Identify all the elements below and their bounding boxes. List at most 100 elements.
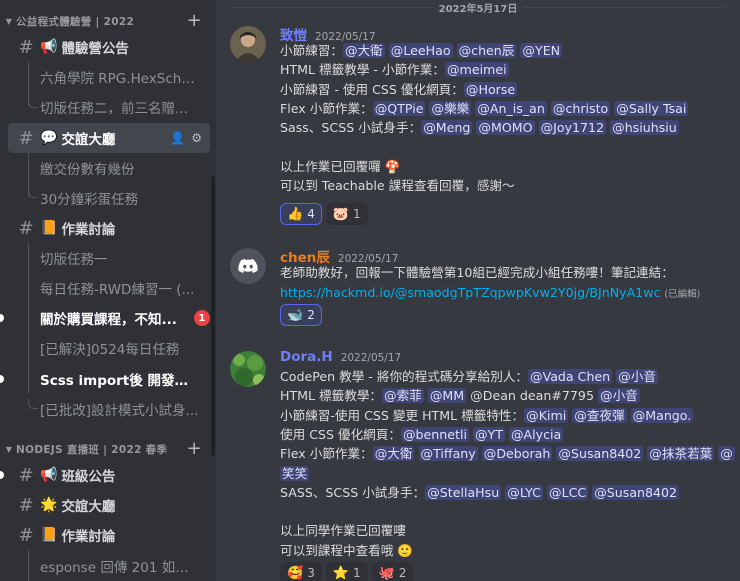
user-mention[interactable]: @LYC — [505, 484, 543, 500]
reaction-count: 3 — [307, 566, 315, 580]
user-mention[interactable]: @YT — [472, 426, 505, 442]
reaction-button[interactable]: 🐋 2 — [280, 304, 322, 326]
user-mention[interactable]: @ — [718, 446, 735, 462]
user-mention[interactable]: @Deborah — [481, 446, 553, 462]
user-mention[interactable]: @MOMO — [476, 120, 535, 136]
user-mention[interactable]: @Horse — [463, 81, 518, 97]
user-mention[interactable]: @hsiuhsiu — [610, 120, 679, 136]
thread-item[interactable]: esponse 回傳 201 如何設... — [28, 551, 210, 581]
user-mention[interactable]: @小音 — [597, 388, 640, 404]
channel-name: 作業討論 — [61, 222, 116, 238]
user-mention[interactable]: @大衛 — [342, 43, 385, 58]
line-prefix: HTML 標籤教學 - 小節作業： — [280, 62, 445, 78]
user-mention[interactable]: @YEN — [520, 43, 563, 58]
reaction-emoji-icon: ⭐ — [332, 565, 350, 581]
thread-item[interactable]: 切版任務一 — [28, 243, 210, 273]
avatar[interactable] — [230, 248, 266, 284]
channel-class-announcements[interactable]: # 📢 班級公告 — [8, 460, 210, 490]
channel-lounge[interactable]: # 💬 交誼大廳 👤 ⚙ — [8, 123, 210, 153]
user-mention[interactable]: @Susan8402 — [556, 446, 644, 462]
user-mention[interactable]: @Alycia — [508, 426, 564, 442]
reaction-count: 1 — [353, 207, 361, 221]
message-line: 小節練習 - 使用 CSS 優化網頁： @Horse — [280, 80, 518, 99]
user-mention[interactable]: @christo — [550, 100, 611, 116]
user-mention[interactable]: @Meng — [421, 120, 473, 136]
avatar[interactable] — [230, 351, 266, 387]
user-mention[interactable]: @查夜彈 — [572, 407, 627, 423]
thread-item[interactable]: 切版任務二，前三名贈... — [28, 92, 210, 122]
user-mention[interactable]: @StellaHsu — [425, 484, 502, 500]
timestamp: 2022/05/17 — [340, 352, 402, 364]
thread-item[interactable]: 六角學院 RPG.HexSchool... — [28, 62, 210, 92]
reaction-button[interactable]: 👍 4 — [280, 203, 322, 225]
user-mention[interactable]: @Vada Chen — [527, 369, 613, 384]
thread-name: 切版任務二，前三名贈... — [40, 101, 188, 117]
user-mention[interactable]: @Tiffany — [418, 446, 478, 462]
user-mention[interactable]: @索菲 — [382, 388, 424, 404]
user-mention[interactable]: @bennetli — [400, 426, 469, 442]
text-channel-icon: # — [18, 464, 34, 486]
user-mention[interactable]: @Mango. — [630, 407, 694, 423]
message-closing-line: 可以到 Teachable 課程查看回覆，感謝～ — [280, 178, 515, 194]
reaction-button[interactable]: 🐷 1 — [325, 203, 368, 225]
channel-homework[interactable]: # 📙 作業討論 — [8, 213, 210, 243]
user-mention[interactable]: @Joy1712 — [538, 120, 607, 136]
invite-icon[interactable]: 👤 — [170, 131, 185, 145]
add-channel-icon[interactable]: + — [187, 10, 202, 32]
user-mention[interactable]: @LeeHao — [388, 43, 453, 58]
category-header[interactable]: ▼ 公益程式體驗營 | 2022 + — [0, 10, 216, 32]
user-mention[interactable]: @Susan8402 — [592, 484, 680, 500]
user-mention[interactable]: @LCC — [546, 484, 589, 500]
channel-name: 交誼大廳 — [61, 499, 116, 515]
thread-item[interactable]: Scss import後 開發者工... — [28, 364, 210, 394]
channel-homework-2[interactable]: # 📙 作業討論 — [8, 520, 210, 550]
line-prefix: 小節練習-使用 CSS 變更 HTML 標籤特性： — [280, 407, 525, 423]
category-label: NODEJS 直播班 | 2022 春季 — [16, 443, 168, 456]
thread-item[interactable]: [已解決]0524每日任務 — [28, 333, 210, 363]
unread-indicator — [0, 314, 4, 322]
user-mention[interactable]: 笑笑 — [280, 465, 310, 481]
thread-name: 關於購買課程，不知... — [40, 312, 177, 328]
thread-item[interactable]: [已批改]設計模式小試身... — [28, 394, 210, 424]
user-mention[interactable]: @QTPie — [372, 100, 426, 116]
category-header[interactable]: ▼ NODEJS 直播班 | 2022 春季 + — [0, 438, 216, 460]
reaction-button[interactable]: 🥰 3 — [280, 562, 322, 581]
reaction-emoji-icon: 🐙 — [378, 565, 395, 581]
channel-lounge-2[interactable]: # 🌟 交誼大廳 — [8, 490, 210, 520]
user-mention[interactable]: @meimei — [444, 62, 509, 78]
reaction-button[interactable]: ⭐ 1 — [325, 562, 368, 581]
add-channel-icon[interactable]: + — [187, 438, 202, 460]
line-prefix: 小節練習： — [280, 43, 343, 58]
message-closing-line: 以上同學作業已回覆嘍 — [280, 523, 406, 539]
sidebar-scrollbar[interactable] — [211, 176, 215, 456]
thread-item[interactable]: 關於購買課程，不知... — [28, 303, 210, 333]
channel-name: 班級公告 — [61, 469, 116, 485]
thread-name: 每日任務-RWD練習一 (... — [40, 282, 195, 298]
user-mention-plain: @Dean dean#7795 — [470, 388, 594, 404]
user-mention[interactable]: @MM — [427, 388, 467, 404]
thread-item[interactable]: 30分鐘彩蛋任務 — [28, 183, 210, 213]
user-mention[interactable]: @An_is_an — [475, 100, 547, 116]
user-mention[interactable]: @樂樂 — [429, 100, 472, 116]
user-mention[interactable]: @chen辰 — [456, 43, 517, 58]
channel-emoji: 🌟 — [40, 497, 58, 513]
user-mention[interactable]: @Sally Tsai — [614, 100, 689, 116]
thread-item[interactable]: 繳交份數有幾份 — [28, 153, 210, 183]
channel-sidebar: ▼ 公益程式體驗營 | 2022 + # 📢 體驗營公告 六角學院 RPG.He… — [0, 0, 216, 581]
hackmd-link[interactable]: https://hackmd.io/@smaodgTpTZqpwpKvw2Y0j… — [280, 285, 660, 300]
text-channel-icon: # — [18, 36, 34, 58]
user-mention[interactable]: @大衛 — [372, 446, 415, 462]
thread-name: [已解決]0524每日任務 — [40, 342, 180, 358]
gear-icon[interactable]: ⚙ — [191, 131, 202, 145]
user-mention[interactable]: @Kimi — [524, 407, 569, 423]
reaction-button[interactable]: 🐙 2 — [371, 562, 414, 581]
channel-announcements[interactable]: # 📢 體驗營公告 — [8, 32, 210, 62]
avatar[interactable] — [230, 26, 266, 62]
channel-name: 作業討論 — [61, 529, 116, 545]
text-channel-icon: # — [18, 494, 34, 516]
user-mention[interactable]: @抹茶若葉 — [647, 446, 715, 462]
thread-item[interactable]: 每日任務-RWD練習一 (... — [28, 273, 210, 303]
user-mention[interactable]: @小音 — [616, 369, 658, 384]
thread-name: 30分鐘彩蛋任務 — [40, 192, 139, 208]
author-name[interactable]: Dora.H — [280, 349, 333, 365]
